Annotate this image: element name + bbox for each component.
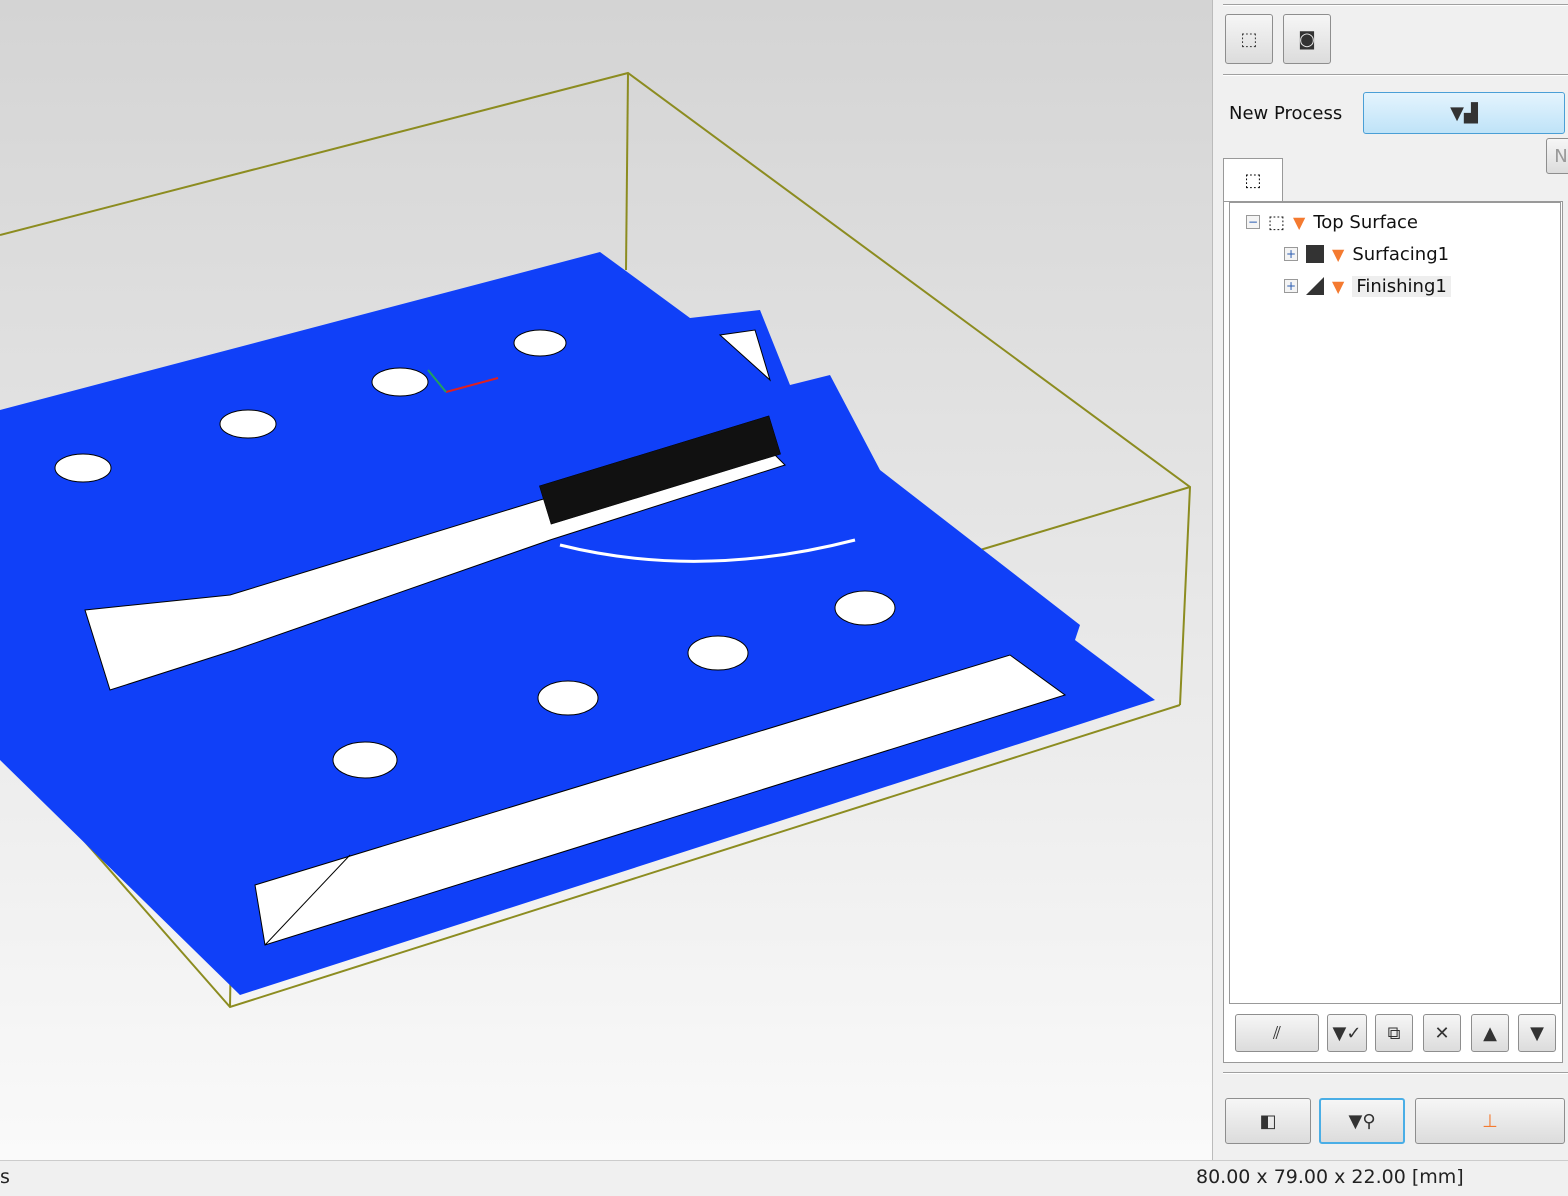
side-panel: ⬚ ◙ New Process ▼▟ N ⬚ − ⬚ ▼ Top Surface… [1212, 0, 1568, 1160]
simulate-cut-icon[interactable]: ⊥ [1415, 1098, 1565, 1144]
tool-inspect-icon[interactable]: ▼⚲ [1319, 1098, 1405, 1144]
3d-viewport[interactable] [0, 0, 1212, 1160]
tool-icon: ▼ [1332, 276, 1345, 296]
process-tree[interactable]: − ⬚ ▼ Top Surface + ▼ Surfacing1 + ▼ Fin… [1229, 202, 1561, 1004]
tab-part[interactable]: ⬚ [1223, 158, 1283, 202]
expand-icon[interactable]: + [1284, 279, 1298, 293]
collapse-icon[interactable]: − [1246, 215, 1260, 229]
square-icon [1306, 245, 1324, 263]
node-label: Finishing1 [1352, 275, 1451, 297]
stock-ball-icon[interactable]: ◙ [1283, 14, 1331, 64]
delete-icon[interactable]: ✕ [1423, 1014, 1461, 1052]
tool-step-icon: ▼▟ [1450, 102, 1478, 124]
wireframe-cube-icon[interactable]: ⬚ [1225, 14, 1273, 64]
new-process-button[interactable]: ▼▟ [1363, 92, 1565, 134]
tool-check-icon[interactable]: ▼✓ [1327, 1014, 1367, 1052]
part-cube-icon: ⬚ [1268, 211, 1286, 233]
new-process-label: New Process [1229, 103, 1343, 124]
move-up-icon[interactable]: ▲ [1471, 1014, 1509, 1052]
move-down-icon[interactable]: ▼ [1518, 1014, 1556, 1052]
stock-view-icon[interactable]: ◧ [1225, 1098, 1311, 1144]
part-cube-icon: ⬚ [1244, 170, 1262, 191]
expand-icon[interactable]: + [1284, 247, 1298, 261]
model-view [0, 71, 1192, 1009]
toolpath-icon[interactable]: ⫽ [1235, 1014, 1319, 1052]
status-left-text: s [0, 1166, 10, 1188]
tree-node-surfacing1[interactable]: + ▼ Surfacing1 [1284, 240, 1449, 268]
tree-node-top-surface[interactable]: − ⬚ ▼ Top Surface [1246, 208, 1418, 236]
tool-icon: ▼ [1332, 244, 1345, 264]
tree-node-finishing1[interactable]: + ▼ Finishing1 [1284, 272, 1451, 300]
node-label: Surfacing1 [1352, 243, 1450, 265]
node-label: Top Surface [1313, 211, 1418, 233]
status-bar: s 80.00 x 79.00 x 22.00 [mm] [0, 1160, 1568, 1196]
stock-dimensions: 80.00 x 79.00 x 22.00 [mm] [1196, 1166, 1464, 1188]
triangle-icon [1306, 277, 1324, 295]
partial-tab[interactable]: N [1546, 138, 1568, 174]
tool-icon: ▼ [1293, 212, 1306, 232]
copy-icon[interactable]: ⧉ [1375, 1014, 1413, 1052]
